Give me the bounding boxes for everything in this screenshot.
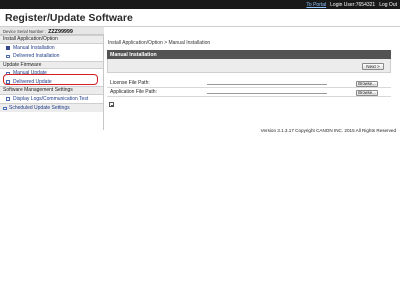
application-file-input[interactable]: [207, 91, 327, 94]
license-browse-button[interactable]: Browse...: [356, 81, 378, 87]
sidebar-section-install: Install Application/Option: [0, 35, 103, 44]
log-out-link[interactable]: Log Out: [379, 2, 397, 8]
serial-label-text: Device Serial Number :: [3, 28, 47, 34]
title-bar: Register/Update Software: [0, 9, 400, 27]
top-links: To Portal Login User:7654321 Log Out: [306, 2, 397, 8]
application-file-row: Application File Path:: [107, 88, 391, 97]
sidebar-item-manual-installation[interactable]: Manual Installation: [0, 44, 103, 53]
main-content: Install Application/Option > Manual Inst…: [104, 27, 400, 130]
square-icon: [6, 54, 10, 59]
application-browse-button[interactable]: Browse...: [356, 90, 378, 96]
sidebar: Install Application/Option Manual Instal…: [0, 35, 104, 130]
license-file-row: License File Path:: [107, 79, 391, 88]
panel-body: [107, 59, 391, 73]
square-icon: [3, 106, 7, 111]
page-icon[interactable]: [109, 102, 114, 107]
sidebar-item-label: Display Logs/Communication Test: [13, 95, 89, 102]
sidebar-item-label: Scheduled Update Settings: [9, 104, 70, 111]
to-portal-link[interactable]: To Portal: [306, 2, 326, 8]
device-serial-value: ZZZ99999: [48, 28, 73, 35]
license-file-input[interactable]: [207, 82, 327, 85]
panel-header: Manual Installation: [107, 50, 391, 59]
breadcrumb: Install Application/Option > Manual Inst…: [108, 40, 211, 46]
sidebar-item-display-logs[interactable]: Display Logs/Communication Test: [0, 95, 103, 104]
device-serial-label: Device Serial Number : ZZZ99999: [3, 29, 73, 35]
sidebar-item-scheduled-update[interactable]: Scheduled Update Settings: [0, 103, 103, 112]
page-title: Register/Update Software: [5, 12, 133, 24]
sidebar-item-label: Manual Installation: [13, 44, 55, 51]
sidebar-item-delivered-installation[interactable]: Delivered Installation: [0, 52, 103, 61]
device-serial-bar: Device Serial Number : ZZZ99999: [0, 27, 104, 35]
sidebar-section-software-management: Software Management Settings: [0, 86, 103, 95]
application-file-label: Application File Path:: [110, 89, 157, 95]
square-icon: [6, 97, 10, 101]
login-user-label: Login User:7654321: [330, 1, 376, 8]
top-bar: To Portal Login User:7654321 Log Out: [0, 0, 400, 9]
next-button[interactable]: Next >: [362, 63, 384, 70]
copyright-footer: Version 3.1.3.17 Copyright CANON INC. 20…: [260, 128, 396, 133]
manual-update-highlight: [3, 74, 98, 85]
license-file-label: License File Path:: [110, 80, 150, 86]
selected-square-icon: [6, 46, 10, 50]
sidebar-section-update-firmware: Update Firmware: [0, 60, 103, 69]
sidebar-item-label: Delivered Installation: [13, 53, 60, 60]
